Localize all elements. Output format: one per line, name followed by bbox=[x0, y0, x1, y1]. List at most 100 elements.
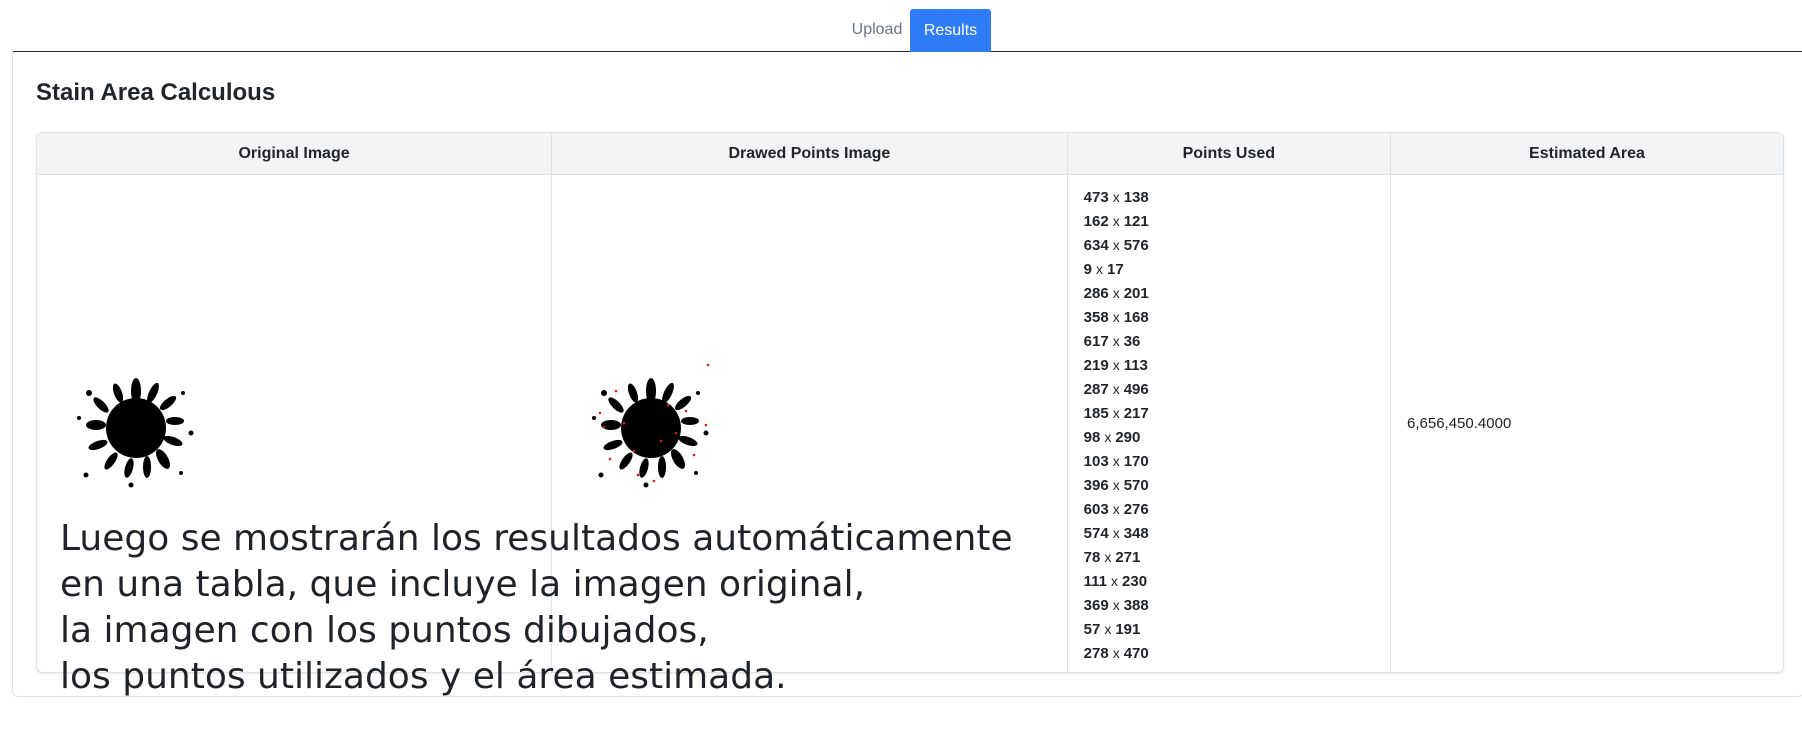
point-separator: x bbox=[1112, 477, 1120, 493]
point-x: 57 bbox=[1083, 621, 1101, 638]
point-y: 348 bbox=[1123, 525, 1149, 542]
point-item: 473 x 138 bbox=[1084, 185, 1390, 209]
header-drawed-points-image: Drawed Points Image bbox=[551, 133, 1068, 175]
point-x: 111 bbox=[1083, 573, 1108, 590]
point-item: 78 x 271 bbox=[1084, 545, 1390, 569]
caption-line: en una tabla, que incluye la imagen orig… bbox=[60, 564, 866, 605]
point-x: 98 bbox=[1083, 429, 1101, 446]
point-y: 388 bbox=[1123, 597, 1149, 614]
point-x: 603 bbox=[1083, 501, 1109, 518]
point-x: 473 bbox=[1083, 189, 1109, 206]
point-y: 576 bbox=[1123, 237, 1149, 254]
point-y: 17 bbox=[1107, 261, 1124, 278]
points-used-cell: 473 x 138 162 x 121 634 x 576 9 x 17 286 x 201 358 x 168 6… bbox=[1067, 174, 1392, 672]
caption-overlay: Luego se mostrarán los resultados automá… bbox=[60, 516, 1013, 700]
point-separator: x bbox=[1112, 333, 1120, 349]
point-y: 121 bbox=[1123, 213, 1149, 230]
point-x: 286 bbox=[1083, 285, 1109, 302]
point-x: 162 bbox=[1083, 213, 1109, 230]
point-y: 290 bbox=[1115, 429, 1141, 446]
point-separator: x bbox=[1112, 501, 1120, 517]
point-item: 603 x 276 bbox=[1084, 497, 1390, 521]
tab-results[interactable]: Results bbox=[910, 9, 991, 52]
estimated-area-value: 6,656,450.4000 bbox=[1407, 415, 1512, 432]
point-item: 98 x 290 bbox=[1084, 425, 1390, 449]
point-item: 574 x 348 bbox=[1084, 521, 1390, 545]
point-separator: x bbox=[1104, 429, 1112, 445]
point-separator: x bbox=[1104, 621, 1112, 637]
caption-line: Luego se mostrarán los resultados automá… bbox=[60, 518, 1013, 559]
point-item: 286 x 201 bbox=[1084, 281, 1390, 305]
point-item: 278 x 470 bbox=[1084, 641, 1390, 665]
caption-line: la imagen con los puntos dibujados, bbox=[60, 610, 709, 651]
point-item: 287 x 496 bbox=[1084, 377, 1390, 401]
point-separator: x bbox=[1112, 285, 1120, 301]
point-separator: x bbox=[1112, 237, 1120, 253]
point-separator: x bbox=[1112, 357, 1120, 373]
point-y: 113 bbox=[1123, 357, 1148, 374]
drawed-points-stain-image bbox=[592, 363, 710, 488]
point-y: 230 bbox=[1122, 573, 1148, 590]
table-header-row: Original Image Drawed Points Image Point… bbox=[37, 133, 1783, 175]
point-x: 369 bbox=[1083, 597, 1109, 614]
point-x: 617 bbox=[1083, 333, 1109, 350]
point-separator: x bbox=[1111, 573, 1119, 589]
point-item: 57 x 191 bbox=[1084, 617, 1390, 641]
point-separator: x bbox=[1112, 597, 1120, 613]
point-item: 111 x 230 bbox=[1084, 569, 1390, 593]
caption-line: los puntos utilizados y el área estimada… bbox=[60, 656, 787, 697]
point-y: 170 bbox=[1123, 453, 1149, 470]
point-x: 9 bbox=[1083, 261, 1092, 278]
point-separator: x bbox=[1112, 453, 1120, 469]
header-original-image: Original Image bbox=[37, 133, 553, 175]
point-separator: x bbox=[1112, 189, 1120, 205]
point-separator: x bbox=[1096, 261, 1103, 277]
point-item: 358 x 168 bbox=[1084, 305, 1390, 329]
point-separator: x bbox=[1112, 645, 1120, 661]
point-y: 470 bbox=[1123, 645, 1149, 662]
point-item: 634 x 576 bbox=[1084, 233, 1390, 257]
point-y: 201 bbox=[1123, 285, 1149, 302]
point-item: 9 x 17 bbox=[1084, 257, 1390, 281]
points-list: 473 x 138 162 x 121 634 x 576 9 x 17 286 x 201 358 x 168 6… bbox=[1084, 185, 1390, 665]
point-item: 103 x 170 bbox=[1084, 449, 1390, 473]
point-separator: x bbox=[1112, 381, 1120, 397]
point-separator: x bbox=[1104, 549, 1112, 565]
point-item: 617 x 36 bbox=[1084, 329, 1390, 353]
point-x: 358 bbox=[1083, 309, 1109, 326]
page-title: Stain Area Calculous bbox=[36, 79, 276, 106]
point-y: 496 bbox=[1123, 381, 1149, 398]
point-x: 634 bbox=[1083, 237, 1109, 254]
point-separator: x bbox=[1112, 525, 1120, 541]
point-y: 271 bbox=[1115, 549, 1141, 566]
tab-bar: Upload Results bbox=[12, 8, 1802, 52]
point-item: 396 x 570 bbox=[1084, 473, 1390, 497]
point-separator: x bbox=[1112, 213, 1120, 229]
point-x: 185 bbox=[1083, 405, 1109, 422]
point-item: 369 x 388 bbox=[1084, 593, 1390, 617]
point-y: 217 bbox=[1123, 405, 1149, 422]
point-x: 103 bbox=[1083, 453, 1109, 470]
point-y: 138 bbox=[1123, 189, 1149, 206]
point-y: 36 bbox=[1123, 333, 1141, 350]
point-item: 185 x 217 bbox=[1084, 401, 1390, 425]
point-y: 168 bbox=[1123, 309, 1149, 326]
point-y: 570 bbox=[1123, 477, 1149, 494]
point-y: 191 bbox=[1115, 621, 1141, 638]
tab-upload[interactable]: Upload bbox=[832, 8, 922, 51]
point-y: 276 bbox=[1123, 501, 1149, 518]
point-x: 78 bbox=[1083, 549, 1101, 566]
point-x: 574 bbox=[1083, 525, 1109, 542]
point-separator: x bbox=[1112, 405, 1120, 421]
original-stain-image bbox=[77, 378, 194, 488]
point-item: 219 x 113 bbox=[1084, 353, 1390, 377]
point-x: 396 bbox=[1083, 477, 1109, 494]
point-x: 287 bbox=[1083, 381, 1109, 398]
point-x: 278 bbox=[1083, 645, 1109, 662]
point-item: 162 x 121 bbox=[1084, 209, 1390, 233]
estimated-area-cell: 6,656,450.4000 bbox=[1391, 175, 1783, 673]
point-x: 219 bbox=[1083, 357, 1109, 374]
header-points-used: Points Used bbox=[1067, 133, 1392, 175]
point-separator: x bbox=[1112, 309, 1120, 325]
header-estimated-area: Estimated Area bbox=[1390, 133, 1783, 175]
